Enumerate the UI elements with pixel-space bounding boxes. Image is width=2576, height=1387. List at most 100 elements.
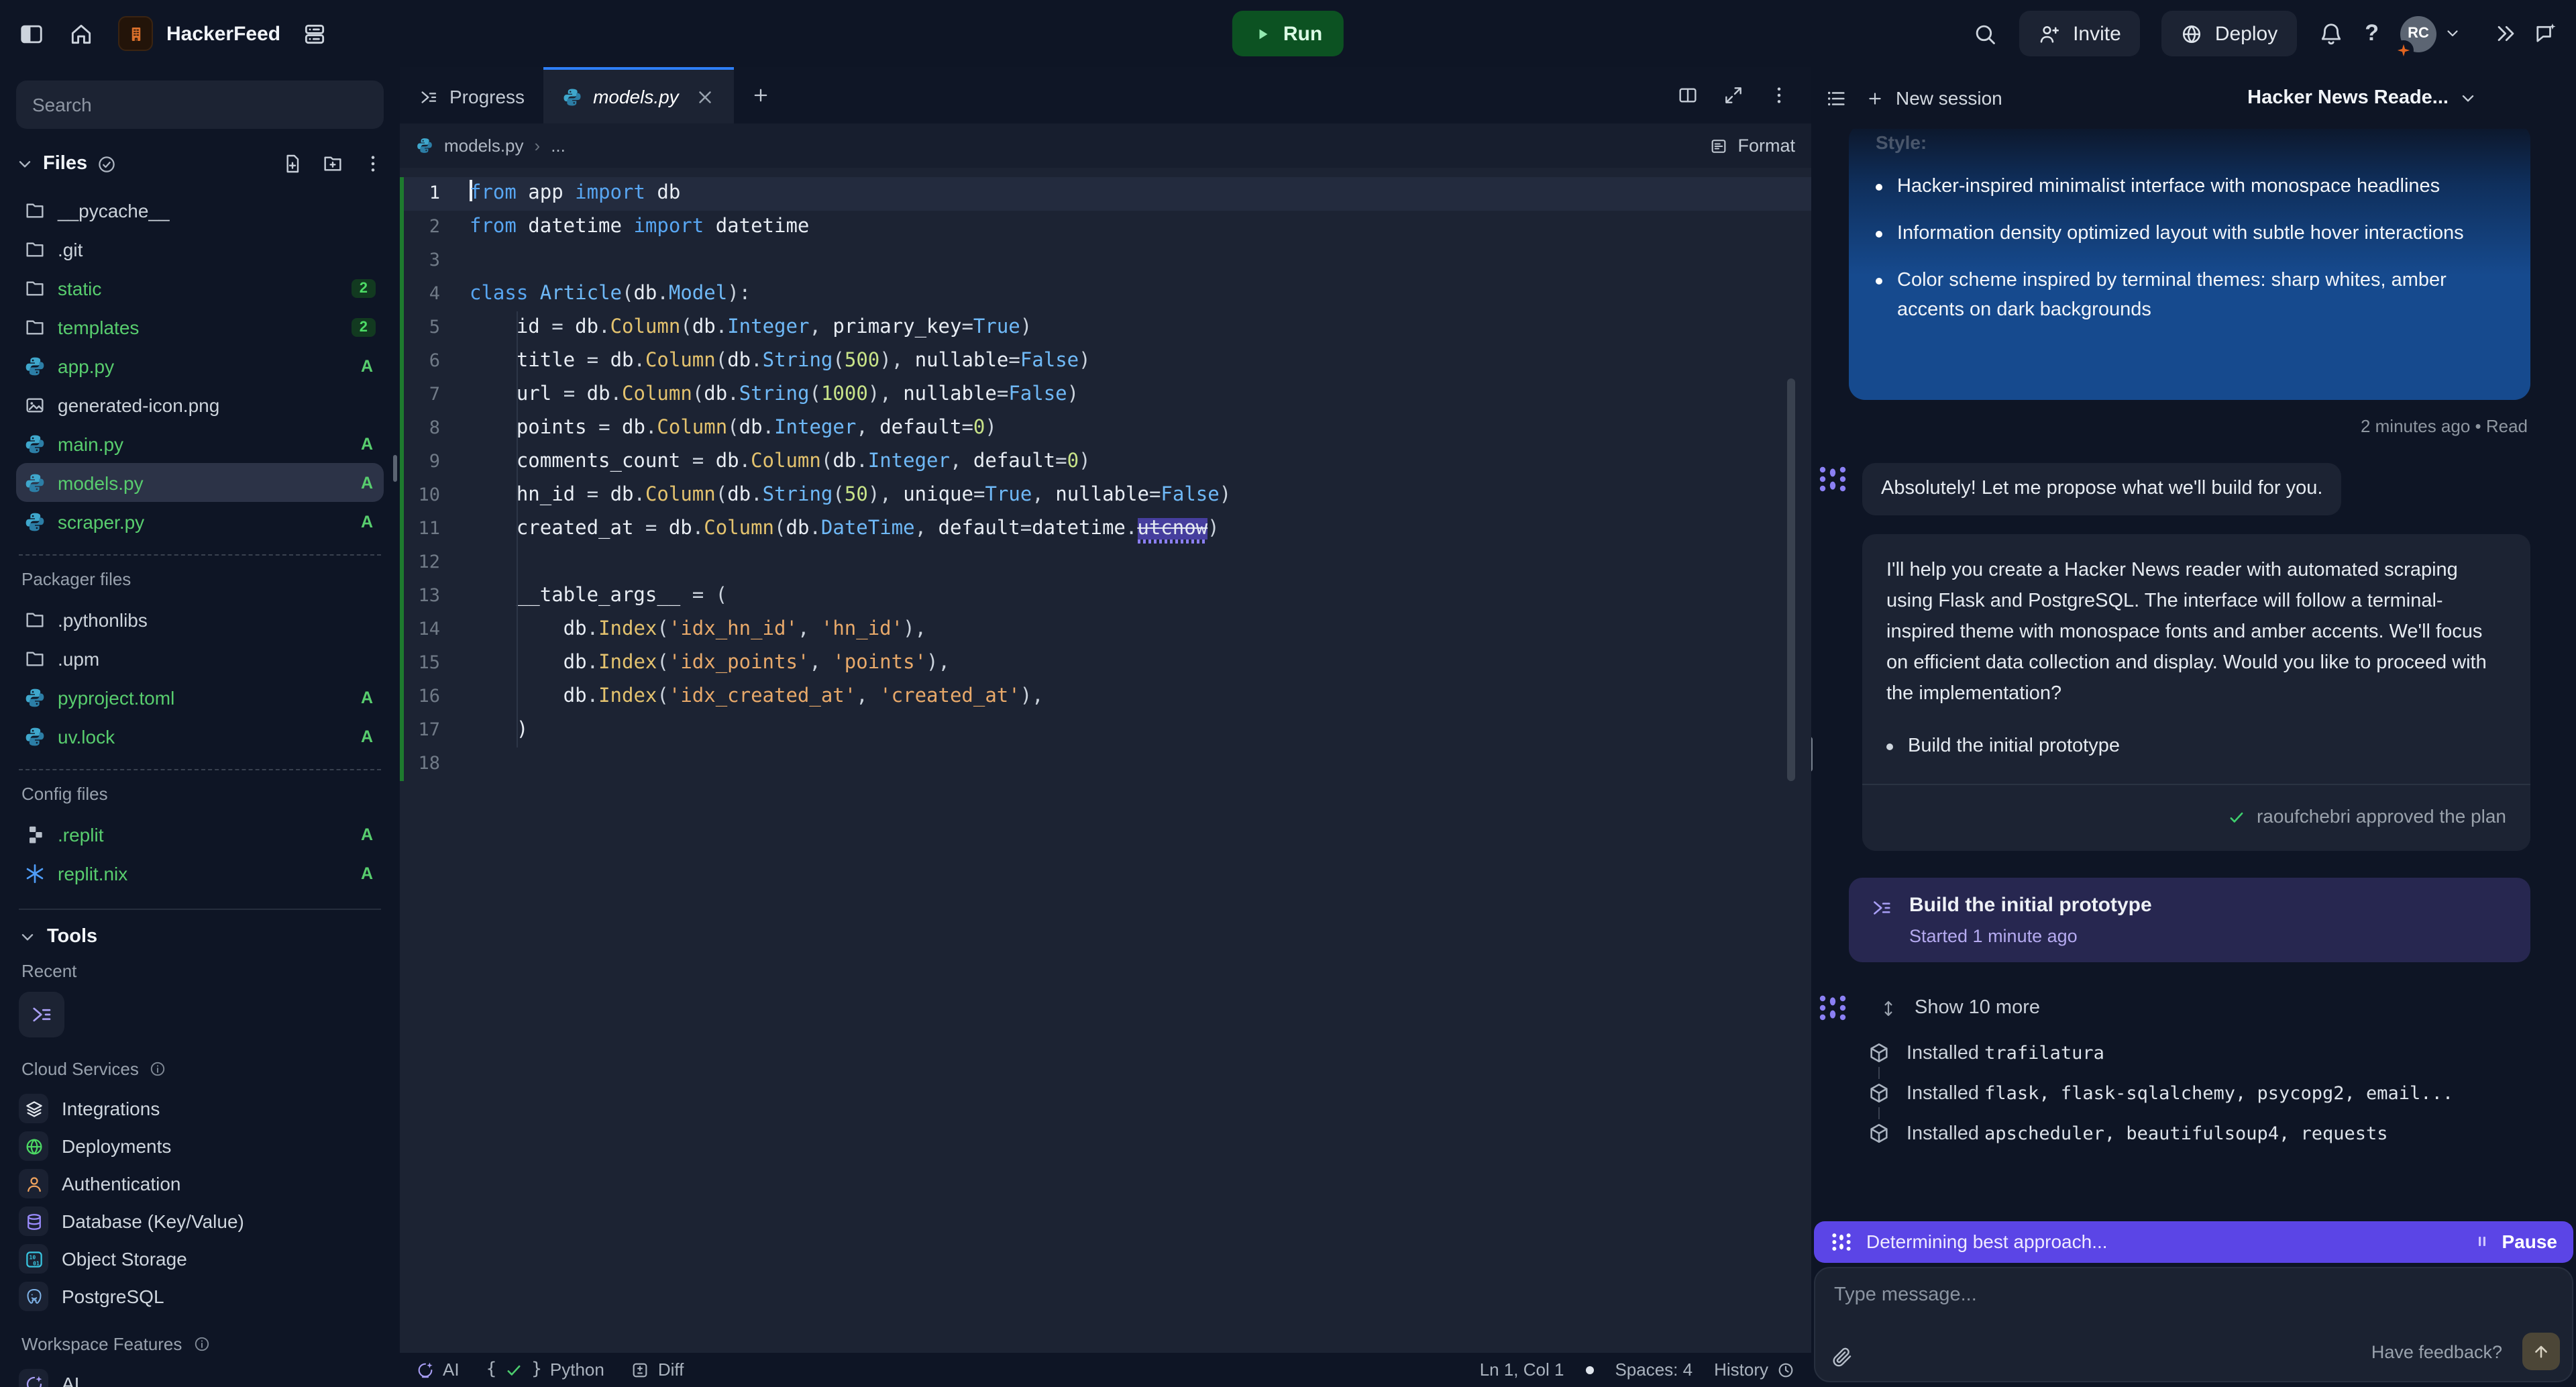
status-diff[interactable]: Diff — [631, 1359, 684, 1380]
code-line-3[interactable]: 3 — [400, 244, 1811, 278]
code-line-13[interactable]: 13 __table_args__ = ( — [400, 580, 1811, 613]
file-item[interactable]: templates2 — [16, 307, 384, 346]
code-line-1[interactable]: 1from app import db — [400, 177, 1811, 211]
sidebar-item-database-key-value-[interactable]: Database (Key/Value) — [16, 1202, 384, 1240]
close-icon[interactable] — [695, 87, 715, 107]
code-line-9[interactable]: 9 comments_count = db.Column(db.Integer,… — [400, 446, 1811, 479]
new-folder-icon[interactable] — [322, 153, 343, 174]
indentation-setting[interactable]: Spaces: 4 — [1615, 1359, 1693, 1380]
code-line-15[interactable]: 15 db.Index('idx_points', 'points'), — [400, 647, 1811, 680]
file-item[interactable]: __pycache__ — [16, 191, 384, 229]
agent-running-status[interactable]: Determining best approach... Pause — [1814, 1221, 2573, 1262]
file-item[interactable]: static2 — [16, 268, 384, 307]
files-menu-icon[interactable] — [362, 153, 384, 174]
file-item[interactable]: app.pyA — [16, 346, 384, 385]
file-item[interactable]: pyproject.tomlA — [16, 678, 384, 717]
session-list-icon[interactable] — [1825, 87, 1847, 109]
file-item[interactable]: models.pyA — [16, 463, 384, 502]
new-file-icon[interactable] — [282, 153, 303, 174]
file-item[interactable]: .git — [16, 229, 384, 268]
sidebar-item-authentication[interactable]: Authentication — [16, 1165, 384, 1202]
recent-tool-console[interactable] — [19, 992, 64, 1037]
file-item[interactable]: .replitA — [16, 815, 384, 854]
file-item[interactable]: replit.nixA — [16, 854, 384, 892]
code-line-18[interactable]: 18 — [400, 748, 1811, 781]
tab-models-py[interactable]: models.py — [543, 67, 734, 123]
breadcrumb-more[interactable]: ... — [551, 136, 566, 156]
pause-button[interactable]: Pause — [2474, 1231, 2558, 1252]
sidebar-item-postgresql[interactable]: PostgreSQL — [16, 1278, 384, 1315]
code-line-10[interactable]: 10 hn_id = db.Column(db.String(50), uniq… — [400, 479, 1811, 513]
file-item[interactable]: scraper.pyA — [16, 502, 384, 541]
code-line-8[interactable]: 8 points = db.Column(db.Integer, default… — [400, 412, 1811, 446]
message-input[interactable]: Type message... Have feedback? — [1814, 1266, 2573, 1382]
new-tab-button[interactable] — [734, 67, 788, 123]
home-icon[interactable] — [68, 21, 94, 46]
attach-file-icon[interactable] — [1831, 1345, 1853, 1367]
file-item[interactable]: .upm — [16, 639, 384, 678]
sidebar-item-ai[interactable]: AI — [16, 1365, 384, 1387]
files-collapse-icon[interactable] — [16, 155, 34, 172]
install-step[interactable]: Installed trafilatura — [1868, 1041, 2530, 1064]
notifications-icon[interactable] — [2318, 21, 2343, 46]
code-line-17[interactable]: 17 ) — [400, 714, 1811, 748]
breadcrumb: models.py › ... Format — [400, 123, 1811, 168]
invite-button[interactable]: Invite — [2019, 11, 2140, 56]
install-step[interactable]: Installed apscheduler, beautifulsoup4, r… — [1868, 1122, 2530, 1145]
search-input[interactable]: Search — [16, 81, 384, 129]
task-card[interactable]: Build the initial prototype Started 1 mi… — [1849, 878, 2530, 962]
svg-text:01: 01 — [32, 1259, 39, 1266]
plan-bullet: Hacker-inspired minimalist interface wit… — [1876, 172, 2504, 201]
account-menu[interactable]: RC — [2400, 15, 2461, 52]
resource-rack-icon[interactable] — [302, 21, 327, 46]
code-line-7[interactable]: 7 url = db.Column(db.String(1000), nulla… — [400, 378, 1811, 412]
status-language[interactable]: {} Python — [486, 1359, 604, 1380]
code-line-2[interactable]: 2from datetime import datetime — [400, 211, 1811, 244]
sidebar-item-object-storage[interactable]: 1001Object Storage — [16, 1240, 384, 1278]
file-item[interactable]: main.pyA — [16, 424, 384, 463]
file-item[interactable]: uv.lockA — [16, 717, 384, 756]
arrow-up-icon — [2532, 1341, 2551, 1360]
code-line-11[interactable]: 11 created_at = db.Column(db.DateTime, d… — [400, 513, 1811, 546]
collapse-panel-icon[interactable] — [2493, 21, 2517, 46]
code-editor[interactable]: 1from app import db2from datetime import… — [400, 168, 1811, 1351]
sidebar-item-deployments[interactable]: Deployments — [16, 1127, 384, 1165]
sidebar-toggle-icon[interactable] — [19, 21, 44, 46]
code-line-12[interactable]: 12 — [400, 546, 1811, 580]
sidebar-item-integrations[interactable]: Integrations — [16, 1090, 384, 1127]
session-title-dropdown[interactable]: Hacker News Reade... — [2247, 87, 2477, 109]
split-editor-icon[interactable] — [1677, 85, 1699, 106]
feedback-link[interactable]: Have feedback? — [2371, 1341, 2502, 1362]
editor-scrollbar[interactable] — [1787, 378, 1795, 781]
run-button[interactable]: Run — [1232, 11, 1344, 56]
new-session-button[interactable]: New session — [1866, 87, 2002, 109]
code-line-16[interactable]: 16 db.Index('idx_created_at', 'created_a… — [400, 680, 1811, 714]
status-ai[interactable]: AI — [416, 1359, 460, 1380]
expand-editor-icon[interactable] — [1723, 85, 1744, 106]
code-line-5[interactable]: 5 id = db.Column(db.Integer, primary_key… — [400, 311, 1811, 345]
cursor-position[interactable]: Ln 1, Col 1 — [1480, 1359, 1564, 1380]
code-line-6[interactable]: 6 title = db.Column(db.String(500), null… — [400, 345, 1811, 378]
tools-section-header[interactable]: Tools — [19, 926, 384, 947]
sidebar-scrollbar[interactable] — [393, 455, 397, 482]
deploy-button[interactable]: Deploy — [2161, 11, 2296, 56]
agent-chat-scroll[interactable]: Style: Hacker-inspired minimalist interf… — [1811, 129, 2576, 1215]
global-search-icon[interactable] — [1972, 21, 1998, 46]
file-item[interactable]: .pythonlibs — [16, 600, 384, 639]
file-item[interactable]: generated-icon.png — [16, 385, 384, 424]
folder-icon — [24, 199, 46, 221]
format-button[interactable]: Format — [1709, 136, 1795, 156]
folder-icon — [24, 238, 46, 260]
breadcrumb-file[interactable]: models.py — [444, 136, 524, 156]
code-line-4[interactable]: 4class Article(db.Model): — [400, 278, 1811, 311]
history-button[interactable]: History — [1714, 1359, 1795, 1380]
editor-menu-icon[interactable] — [1768, 85, 1790, 106]
install-step[interactable]: Installed flask, flask-sqlalchemy, psyco… — [1868, 1082, 2530, 1105]
tab-progress[interactable]: Progress — [400, 67, 543, 123]
assistant-chat-icon[interactable] — [2533, 21, 2557, 46]
send-button[interactable] — [2522, 1332, 2560, 1370]
code-line-14[interactable]: 14 db.Index('idx_hn_id', 'hn_id'), — [400, 613, 1811, 647]
show-more-button[interactable]: Show 10 more — [1817, 992, 2530, 1024]
help-icon[interactable]: ? — [2365, 20, 2379, 47]
app-icon[interactable] — [118, 16, 153, 51]
